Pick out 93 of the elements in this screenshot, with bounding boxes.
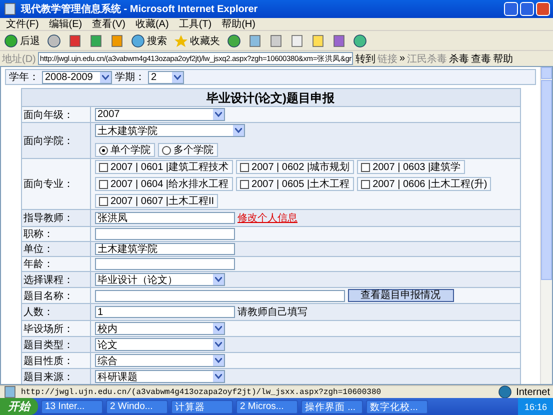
minimize-button[interactable] bbox=[504, 2, 518, 16]
star-icon bbox=[174, 34, 188, 48]
dropdown-arrow-icon[interactable] bbox=[212, 355, 224, 366]
checkbox[interactable] bbox=[98, 162, 108, 172]
checkbox-option[interactable]: 2007 | 0607 |土木工程II bbox=[94, 194, 218, 208]
field-label: 面向年级： bbox=[22, 108, 74, 122]
address-label: 地址(D) bbox=[2, 52, 36, 66]
field-label: 毕设场所： bbox=[22, 322, 74, 336]
field-label: 题目名称： bbox=[22, 290, 74, 302]
dropdown-arrow-icon[interactable] bbox=[212, 323, 224, 334]
text-field[interactable]: 1 bbox=[94, 306, 234, 318]
checkbox-option[interactable]: 2007 | 0602 |城市规划 bbox=[236, 160, 354, 174]
scrollbar[interactable] bbox=[540, 67, 552, 384]
radio-option[interactable]: 单个学院 bbox=[94, 143, 154, 157]
text-field[interactable] bbox=[94, 258, 234, 270]
dropdown[interactable]: 论文 bbox=[94, 338, 224, 351]
edit-profile-link[interactable]: 修改个人信息 bbox=[238, 211, 298, 225]
field-label: 面向专业： bbox=[22, 178, 74, 191]
checkbox[interactable] bbox=[240, 180, 249, 188]
maximize-button[interactable] bbox=[520, 2, 534, 16]
checkbox-option[interactable]: 2007 | 0604 |给水排水工程 bbox=[94, 177, 233, 191]
toolbar-button[interactable]: 后退 bbox=[4, 34, 40, 48]
dropdown-arrow-icon[interactable] bbox=[232, 125, 244, 136]
field-label: 指导教师： bbox=[22, 212, 74, 225]
status-url: http://jwgl.ujn.edu.cn/(a3vabwm4g413ozapa2oyf2jt)/lw_jsxx.aspx?zgh=10600380 bbox=[21, 388, 382, 396]
checkbox[interactable] bbox=[98, 180, 108, 188]
hint-text: 请教师自己填写 bbox=[238, 306, 308, 319]
field-label: 题目来源： bbox=[22, 370, 74, 384]
text-field[interactable] bbox=[94, 228, 234, 240]
toolbar-button[interactable]: 搜索 bbox=[131, 34, 167, 48]
checkbox-option[interactable]: 2007 | 0601 |建筑工程技术 bbox=[94, 160, 233, 174]
dropdown[interactable]: 校内 bbox=[94, 322, 224, 335]
text-field[interactable] bbox=[94, 290, 344, 302]
dropdown[interactable]: 毕业设计（论文） bbox=[94, 273, 224, 286]
dropdown-arrow-icon[interactable] bbox=[212, 274, 224, 285]
window-title-text: 现代教学管理信息系统 - Microsoft Internet Explorer bbox=[21, 2, 258, 16]
checkbox-option[interactable]: 2007 | 0603 |建筑学 bbox=[356, 160, 465, 174]
field-label: 题目类型： bbox=[22, 338, 74, 352]
radio-option[interactable]: 多个学院 bbox=[158, 143, 218, 157]
view-button[interactable]: 查看题目申报情况 bbox=[348, 289, 454, 302]
checkbox[interactable] bbox=[360, 180, 370, 188]
dropdown-arrow-icon[interactable] bbox=[212, 109, 224, 120]
field-label: 题目性质： bbox=[22, 354, 74, 368]
close-button[interactable] bbox=[536, 2, 550, 16]
taskbar-item[interactable]: 2 Windo... bbox=[106, 400, 168, 414]
checkbox[interactable] bbox=[98, 196, 108, 206]
dropdown-arrow-icon[interactable] bbox=[100, 72, 111, 82]
toolbar-button[interactable]: 收藏夹 bbox=[174, 34, 220, 48]
menu-item[interactable]: 工具(T) bbox=[178, 17, 212, 31]
taskbar-item[interactable]: 计算器 bbox=[171, 400, 233, 414]
taskbar-item[interactable]: 操作界面 ... bbox=[301, 400, 363, 414]
dropdown-arrow-icon[interactable] bbox=[172, 72, 183, 82]
form-title: 毕业设计(论文)题目申报 bbox=[22, 89, 520, 107]
field-label: 职称： bbox=[22, 228, 54, 241]
menu-item[interactable]: 查看(V) bbox=[92, 17, 126, 31]
dropdown[interactable]: 科研课题 bbox=[94, 370, 224, 383]
menu-item[interactable]: 帮助(H) bbox=[222, 17, 256, 31]
checkbox-option[interactable]: 2007 | 0606 |土木工程(升) bbox=[356, 177, 492, 191]
checkbox[interactable] bbox=[360, 162, 370, 172]
clock: 16:16 bbox=[524, 402, 547, 412]
toolbar-link[interactable]: 查毒 bbox=[471, 52, 492, 66]
field-label: 单位： bbox=[22, 242, 54, 256]
term-label: 学期： bbox=[115, 70, 145, 84]
field-label: 选择课程： bbox=[22, 274, 74, 286]
dropdown[interactable]: 综合 bbox=[94, 354, 224, 367]
toolbar-link[interactable]: 帮助 bbox=[493, 52, 514, 66]
menu-item[interactable]: 收藏(A) bbox=[135, 17, 169, 31]
dropdown[interactable]: 2007 bbox=[94, 108, 224, 121]
term-dropdown[interactable]: 2 bbox=[148, 70, 184, 84]
zone-text: Internet bbox=[516, 386, 550, 398]
menu-item[interactable]: 编辑(E) bbox=[48, 17, 82, 31]
text-field[interactable]: 土木建筑学院 bbox=[94, 243, 234, 255]
toolbar-link[interactable]: 杀毒 bbox=[449, 52, 470, 66]
checkbox-option[interactable]: 2007 | 0605 |土木工程 bbox=[236, 177, 354, 191]
start-button[interactable]: 开始 bbox=[0, 398, 38, 415]
year-label: 学年： bbox=[9, 71, 39, 84]
menu-item[interactable]: 文件(F) bbox=[6, 17, 39, 31]
field-label: 面向学院： bbox=[22, 134, 74, 148]
radio-button[interactable] bbox=[162, 146, 170, 154]
field-label: 年龄： bbox=[22, 258, 54, 271]
year-dropdown[interactable]: 2008-2009 bbox=[42, 70, 112, 84]
taskbar-item[interactable]: 13 Inter... bbox=[41, 400, 103, 414]
taskbar-item[interactable]: 2 Micros... bbox=[236, 400, 298, 414]
checkbox[interactable] bbox=[240, 162, 249, 172]
dropdown-arrow-icon[interactable] bbox=[212, 339, 224, 350]
field-label: 人数： bbox=[22, 306, 54, 319]
go-button[interactable]: 转到 bbox=[355, 52, 376, 66]
text-field[interactable]: 张洪凤 bbox=[94, 212, 234, 224]
dropdown-arrow-icon[interactable] bbox=[212, 371, 224, 382]
dropdown[interactable]: 土木建筑学院 bbox=[94, 124, 244, 137]
taskbar-item[interactable]: 数字化校... bbox=[366, 400, 428, 414]
more-button[interactable]: » bbox=[399, 53, 406, 64]
radio-button[interactable] bbox=[98, 146, 108, 154]
